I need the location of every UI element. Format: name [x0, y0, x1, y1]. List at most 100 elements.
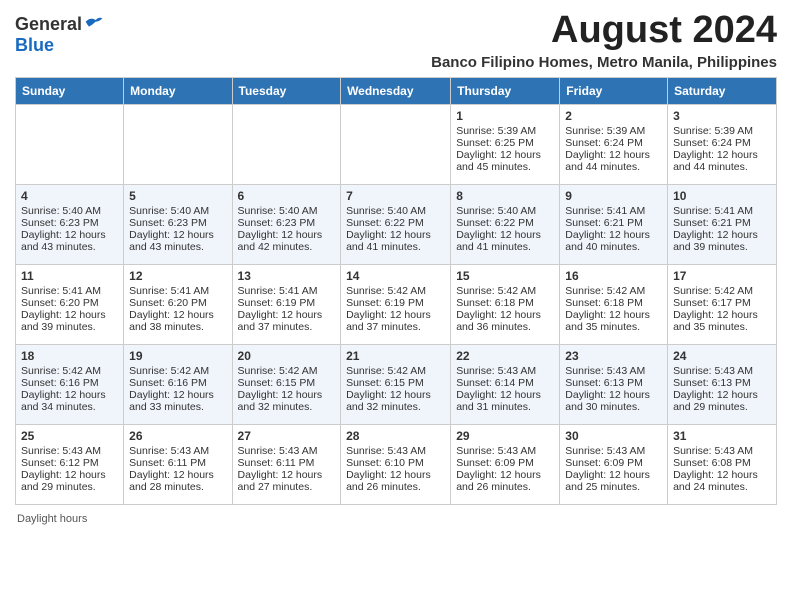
day-number: 29: [456, 429, 554, 443]
logo: General Blue: [15, 14, 104, 56]
calendar-cell: 4Sunrise: 5:40 AMSunset: 6:23 PMDaylight…: [16, 184, 124, 264]
cell-content-line: Daylight: 12 hours: [129, 389, 226, 401]
cell-content-line: Sunrise: 5:43 AM: [129, 445, 226, 457]
cell-content-line: Sunset: 6:12 PM: [21, 457, 118, 469]
calendar-cell: 9Sunrise: 5:41 AMSunset: 6:21 PMDaylight…: [560, 184, 668, 264]
cell-content-line: Sunset: 6:20 PM: [21, 297, 118, 309]
calendar-header-cell: Thursday: [451, 77, 560, 104]
cell-content-line: Sunset: 6:23 PM: [238, 217, 336, 229]
day-number: 17: [673, 269, 771, 283]
day-number: 26: [129, 429, 226, 443]
cell-content-line: and 36 minutes.: [456, 321, 554, 333]
cell-content-line: Daylight: 12 hours: [565, 469, 662, 481]
cell-content-line: Sunset: 6:22 PM: [346, 217, 445, 229]
cell-content-line: and 40 minutes.: [565, 241, 662, 253]
cell-content-line: Daylight: 12 hours: [456, 149, 554, 161]
page-subtitle: Banco Filipino Homes, Metro Manila, Phil…: [431, 54, 777, 71]
logo-blue-text: Blue: [15, 35, 54, 55]
cell-content-line: Daylight: 12 hours: [21, 229, 118, 241]
daylight-label: Daylight hours: [17, 513, 87, 525]
calendar-cell: 25Sunrise: 5:43 AMSunset: 6:12 PMDayligh…: [16, 424, 124, 504]
cell-content-line: and 31 minutes.: [456, 401, 554, 413]
cell-content-line: Sunrise: 5:41 AM: [129, 285, 226, 297]
cell-content-line: Sunset: 6:11 PM: [129, 457, 226, 469]
calendar-cell: 15Sunrise: 5:42 AMSunset: 6:18 PMDayligh…: [451, 264, 560, 344]
cell-content-line: Sunrise: 5:42 AM: [456, 285, 554, 297]
cell-content-line: Sunrise: 5:43 AM: [346, 445, 445, 457]
cell-content-line: Daylight: 12 hours: [238, 469, 336, 481]
cell-content-line: Sunset: 6:20 PM: [129, 297, 226, 309]
cell-content-line: Sunset: 6:24 PM: [673, 137, 771, 149]
calendar-cell: 31 Sunrise: 5:43 AMSunset: 6:08 PMDayligh…: [668, 424, 777, 504]
cell-content-line: Sunrise: 5:43 AM: [673, 445, 771, 457]
cell-content-line: Sunset: 6:10 PM: [346, 457, 445, 469]
day-number: 8: [456, 189, 554, 203]
day-number: 6: [238, 189, 336, 203]
calendar-cell: 30Sunrise: 5:43 AMSunset: 6:09 PMDayligh…: [560, 424, 668, 504]
cell-content-line: Daylight: 12 hours: [21, 389, 118, 401]
day-number: 16: [565, 269, 662, 283]
cell-content-line: Sunrise: 5:41 AM: [565, 205, 662, 217]
cell-content-line: Daylight: 12 hours: [21, 469, 118, 481]
cell-content-line: Sunset: 6:08 PM: [673, 457, 771, 469]
cell-content-line: Daylight: 12 hours: [129, 469, 226, 481]
calendar-cell: 16Sunrise: 5:42 AMSunset: 6:18 PMDayligh…: [560, 264, 668, 344]
cell-content-line: Sunrise: 5:42 AM: [346, 285, 445, 297]
cell-content-line: and 26 minutes.: [456, 481, 554, 493]
day-number: 19: [129, 349, 226, 363]
cell-content-line: Sunrise: 5:42 AM: [129, 365, 226, 377]
cell-content-line: Sunrise: 5:42 AM: [346, 365, 445, 377]
calendar-header-cell: Monday: [124, 77, 232, 104]
calendar-table: SundayMondayTuesdayWednesdayThursdayFrid…: [15, 77, 777, 505]
cell-content-line: Sunrise: 5:42 AM: [673, 285, 771, 297]
cell-content-line: Daylight: 12 hours: [565, 149, 662, 161]
cell-content-line: Sunset: 6:11 PM: [238, 457, 336, 469]
calendar-header-cell: Tuesday: [232, 77, 341, 104]
daylight-footer: Daylight hours: [15, 513, 777, 525]
cell-content-line: Sunrise: 5:40 AM: [346, 205, 445, 217]
cell-content-line: and 39 minutes.: [673, 241, 771, 253]
day-number: 31: [673, 429, 771, 443]
cell-content-line: Daylight: 12 hours: [673, 469, 771, 481]
calendar-cell: 17Sunrise: 5:42 AMSunset: 6:17 PMDayligh…: [668, 264, 777, 344]
day-number: 1: [456, 109, 554, 123]
calendar-cell: 5Sunrise: 5:40 AMSunset: 6:23 PMDaylight…: [124, 184, 232, 264]
cell-content-line: and 35 minutes.: [673, 321, 771, 333]
cell-content-line: and 43 minutes.: [129, 241, 226, 253]
day-number: 27: [238, 429, 336, 443]
cell-content-line: Sunrise: 5:43 AM: [238, 445, 336, 457]
cell-content-line: Daylight: 12 hours: [673, 229, 771, 241]
cell-content-line: Daylight: 12 hours: [456, 389, 554, 401]
cell-content-line: and 24 minutes.: [673, 481, 771, 493]
calendar-cell: 10Sunrise: 5:41 AMSunset: 6:21 PMDayligh…: [668, 184, 777, 264]
calendar-cell: 20Sunrise: 5:42 AMSunset: 6:15 PMDayligh…: [232, 344, 341, 424]
cell-content-line: Sunset: 6:18 PM: [456, 297, 554, 309]
cell-content-line: and 34 minutes.: [21, 401, 118, 413]
calendar-week-row: 25Sunrise: 5:43 AMSunset: 6:12 PMDayligh…: [16, 424, 777, 504]
cell-content-line: Daylight: 12 hours: [129, 309, 226, 321]
cell-content-line: Daylight: 12 hours: [238, 229, 336, 241]
cell-content-line: Sunset: 6:09 PM: [565, 457, 662, 469]
cell-content-line: and 32 minutes.: [238, 401, 336, 413]
cell-content-line: Daylight: 12 hours: [346, 389, 445, 401]
calendar-week-row: 1Sunrise: 5:39 AMSunset: 6:25 PMDaylight…: [16, 104, 777, 184]
day-number: 10: [673, 189, 771, 203]
cell-content-line: Sunset: 6:16 PM: [129, 377, 226, 389]
day-number: 24: [673, 349, 771, 363]
logo-general-text: General: [15, 14, 82, 35]
cell-content-line: Sunrise: 5:40 AM: [129, 205, 226, 217]
cell-content-line: Sunset: 6:25 PM: [456, 137, 554, 149]
cell-content-line: Sunrise: 5:42 AM: [565, 285, 662, 297]
calendar-header-cell: Saturday: [668, 77, 777, 104]
title-area: August 2024 Banco Filipino Homes, Metro …: [431, 10, 777, 71]
cell-content-line: Daylight: 12 hours: [21, 309, 118, 321]
day-number: 13: [238, 269, 336, 283]
cell-content-line: and 29 minutes.: [21, 481, 118, 493]
cell-content-line: Sunset: 6:15 PM: [238, 377, 336, 389]
day-number: 9: [565, 189, 662, 203]
cell-content-line: Sunset: 6:23 PM: [129, 217, 226, 229]
calendar-cell: [16, 104, 124, 184]
day-number: 25: [21, 429, 118, 443]
day-number: 11: [21, 269, 118, 283]
cell-content-line: Daylight: 12 hours: [456, 469, 554, 481]
